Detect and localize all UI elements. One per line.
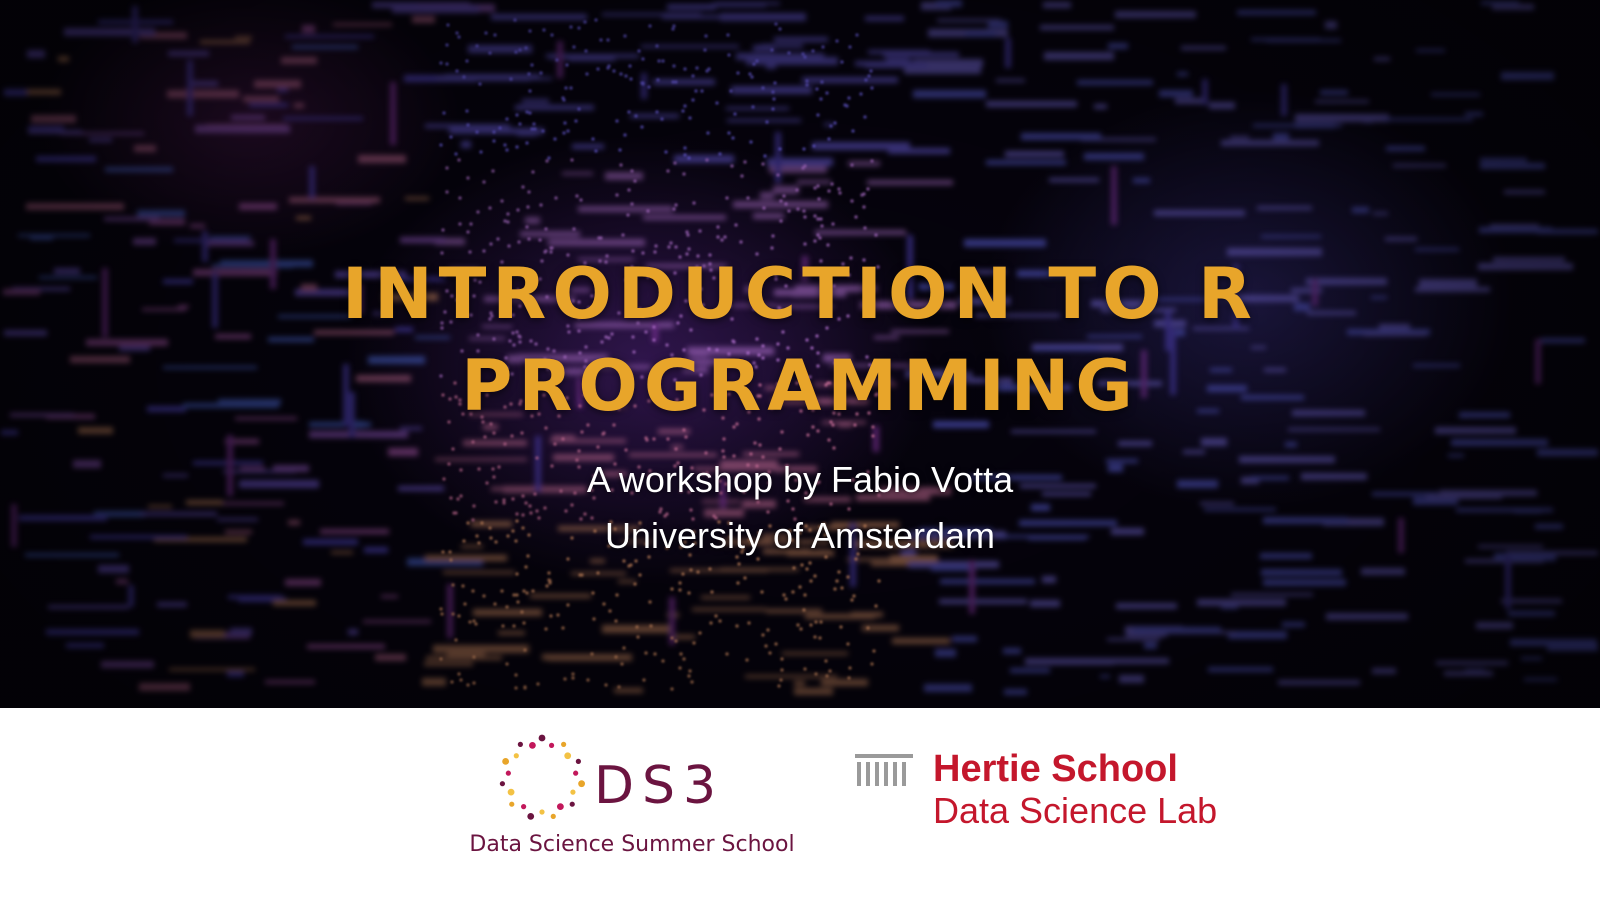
hertie-columns-icon	[855, 754, 913, 786]
ds3-ring-dot	[573, 770, 579, 776]
ds3-ring-dot	[538, 734, 546, 742]
ds3-logo-text: DS3	[594, 756, 725, 816]
ds3-ring-dot	[569, 801, 575, 807]
workshop-subtitle: A workshop by Fabio Votta University of …	[0, 452, 1600, 564]
ds3-ring-dot	[564, 752, 572, 760]
ds3-logo: DS3 Data Science Summer School	[462, 720, 802, 870]
ds3-ring-dot	[556, 803, 564, 811]
hertie-school-name: Hertie School	[933, 748, 1178, 790]
ds3-ring-dot	[575, 758, 581, 764]
hertie-lab-name: Data Science Lab	[933, 790, 1218, 831]
ds3-ring-dot	[507, 788, 515, 796]
hero-banner: INTRODUCTION TO R PROGRAMMING A workshop…	[0, 0, 1600, 708]
subtitle-affiliation: University of Amsterdam	[604, 515, 996, 556]
workshop-title: INTRODUCTION TO R PROGRAMMING	[0, 248, 1600, 432]
ds3-dot-ring-icon	[499, 734, 585, 820]
ds3-ring-dot	[570, 789, 576, 795]
ds3-ring-dot	[505, 770, 511, 776]
ds3-ring-dot	[499, 781, 506, 787]
ds3-ring-dot	[578, 780, 585, 788]
ds3-caption: Data Science Summer School	[469, 832, 795, 857]
ds3-ring-dot	[502, 757, 510, 765]
ds3-ring-dot	[548, 742, 555, 748]
title-line-1: INTRODUCTION TO R	[342, 253, 1258, 335]
ds3-ring-dot	[529, 741, 536, 749]
ds3-ring-dot	[517, 741, 523, 747]
title-line-2: PROGRAMMING	[461, 345, 1139, 427]
ds3-ring-dot	[527, 812, 535, 820]
ds3-ring-dot	[539, 809, 545, 815]
ds3-ring-dot	[521, 804, 527, 810]
ds3-ring-dot	[561, 741, 567, 747]
hertie-logo: Hertie School Data Science Lab	[855, 748, 1218, 838]
ds3-ring-dot	[550, 813, 556, 819]
subtitle-author: A workshop by Fabio Votta	[586, 459, 1014, 500]
ds3-ring-dot	[513, 753, 519, 759]
ds3-ring-dot	[509, 801, 515, 807]
